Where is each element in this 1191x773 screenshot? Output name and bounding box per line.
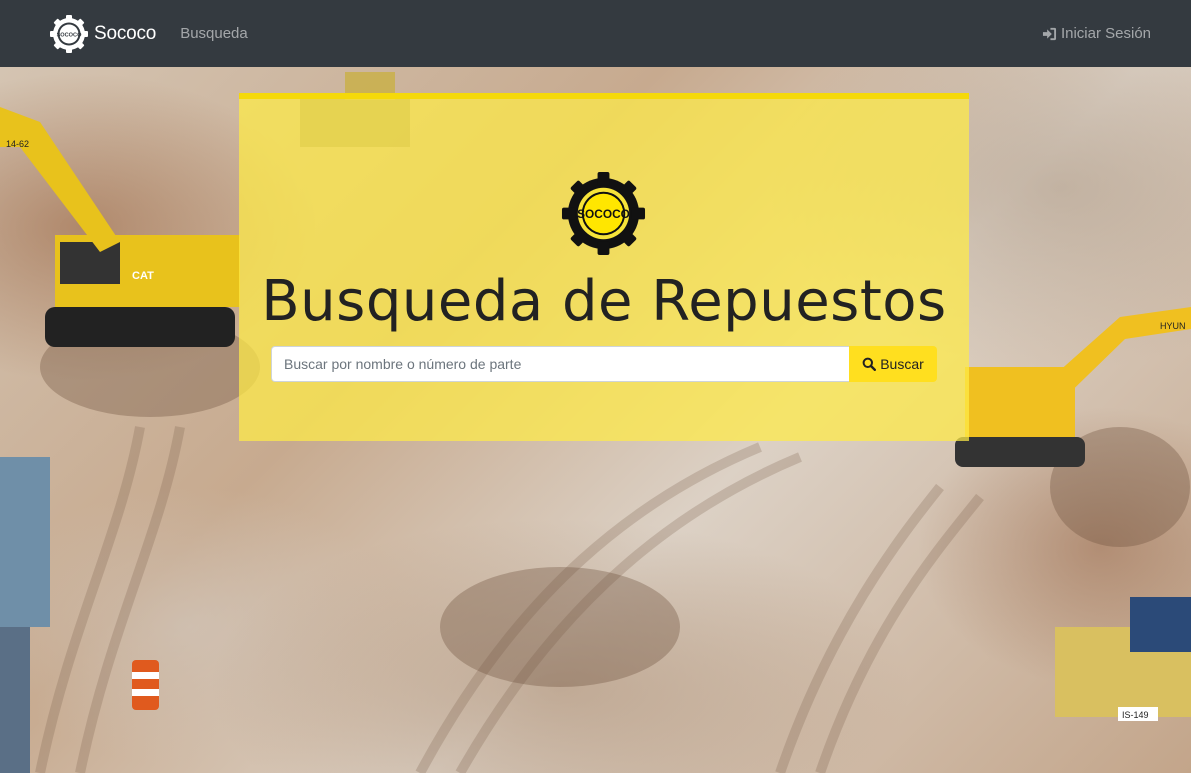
left-truck [0,457,50,773]
vehicle-label-hyun: HYUN [1160,321,1186,331]
bottom-right-truck: IS-149 [1055,597,1191,721]
nav-link-busqueda[interactable]: Busqueda [180,25,248,42]
page-title: Busqueda de Repuestos [261,269,947,334]
top-navbar: SOCOCO Sococo Busqueda Iniciar Sesión [0,0,1191,67]
sococo-gear-logo-icon: SOCOCO [561,171,646,256]
hero-logo-text: SOCOCO [577,207,630,221]
brand-name: Sococo [94,22,157,44]
traffic-drum [132,660,159,710]
search-button[interactable]: Buscar [849,346,937,382]
login-label: Iniciar Sesión [1060,25,1151,42]
brand-link[interactable]: SOCOCO Sococo [49,14,156,54]
vehicle-label-1462: 14-62 [6,139,29,149]
search-hero-panel: SOCOCO Busqueda de Repuestos Buscar [239,93,969,441]
left-excavator: 14-62 CAT [0,107,240,347]
vehicle-label-cat: CAT [132,270,154,282]
sococo-logo-icon: SOCOCO [50,14,88,53]
search-icon [862,357,877,371]
search-input[interactable] [271,346,849,382]
search-form: Buscar [271,346,937,382]
login-link[interactable]: Iniciar Sesión [1042,25,1151,42]
sign-in-icon [1042,27,1056,40]
search-button-label: Buscar [880,356,924,372]
brand-logo-text: SOCOCO [57,32,83,38]
vehicle-label-is149: IS-149 [1122,710,1149,720]
